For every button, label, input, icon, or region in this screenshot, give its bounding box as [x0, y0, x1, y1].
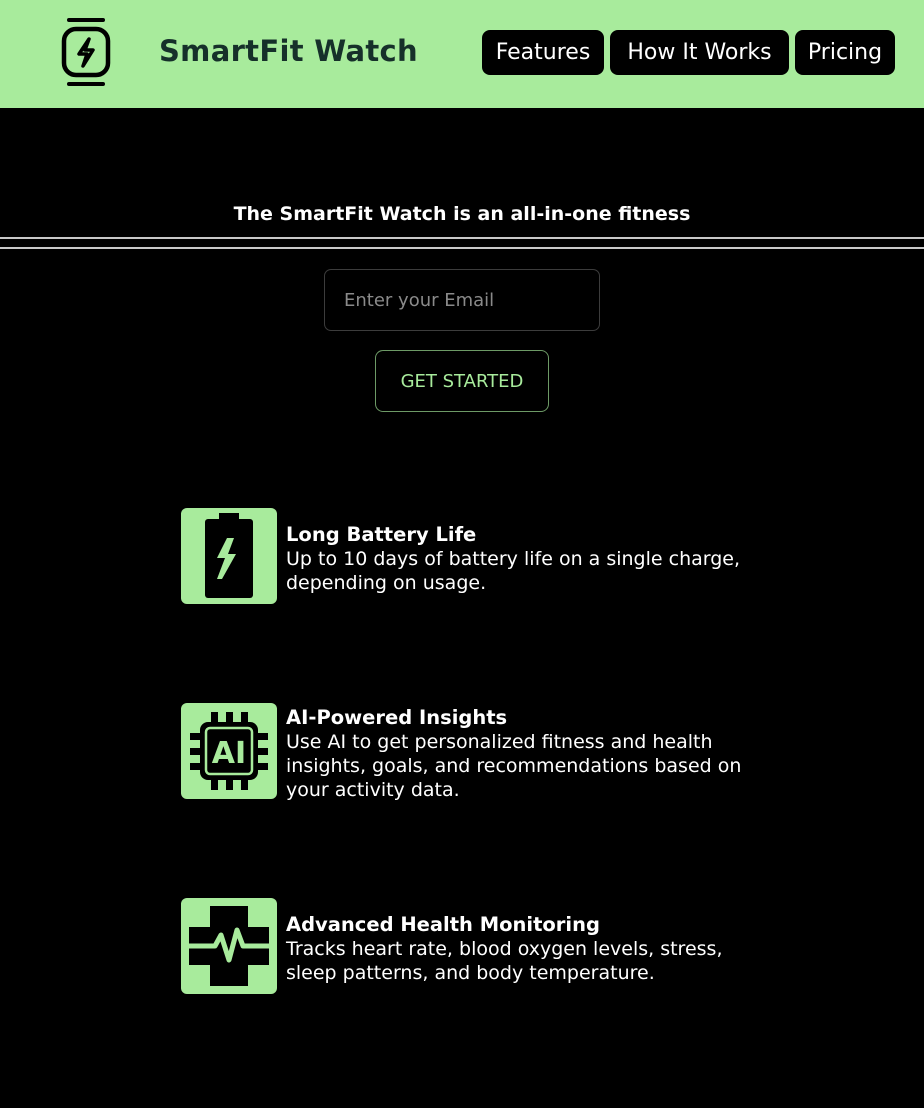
feature-battery: Long Battery Life Up to 10 days of batte…	[286, 523, 756, 595]
svg-text:AI: AI	[212, 736, 246, 771]
battery-bolt-icon	[205, 513, 253, 598]
feature-description: Use AI to get personalized fitness and h…	[286, 731, 742, 801]
health-cross-pulse-icon	[189, 906, 269, 986]
nav-features[interactable]: Features	[482, 30, 604, 75]
smartwatch-bolt-icon[interactable]	[60, 16, 112, 88]
nav-how-it-works[interactable]: How It Works	[610, 30, 789, 75]
feature-icon-box-ai: AI	[181, 703, 277, 799]
feature-title: Advanced Health Monitoring	[286, 913, 600, 936]
divider-bottom	[0, 247, 924, 249]
divider-top	[0, 237, 924, 239]
site-header: SmartFit Watch Features How It Works Pri…	[0, 0, 924, 108]
feature-icon-box-health	[181, 898, 277, 994]
feature-description: Up to 10 days of battery life on a singl…	[286, 548, 741, 594]
brand-name[interactable]: SmartFit Watch	[159, 34, 418, 68]
feature-ai-insights: AI-Powered Insights Use AI to get person…	[286, 706, 756, 802]
email-input[interactable]	[324, 269, 600, 331]
feature-description: Tracks heart rate, blood oxygen levels, …	[286, 938, 723, 984]
feature-title: Long Battery Life	[286, 523, 477, 546]
feature-title: AI-Powered Insights	[286, 706, 508, 729]
get-started-button[interactable]: GET STARTED	[375, 350, 549, 412]
feature-icon-box-battery	[181, 508, 277, 604]
hero-tagline: The SmartFit Watch is an all-in-one fitn…	[233, 203, 691, 225]
feature-health-monitoring: Advanced Health Monitoring Tracks heart …	[286, 913, 756, 985]
ai-chip-icon: AI	[190, 712, 268, 790]
nav-pricing[interactable]: Pricing	[795, 30, 895, 75]
